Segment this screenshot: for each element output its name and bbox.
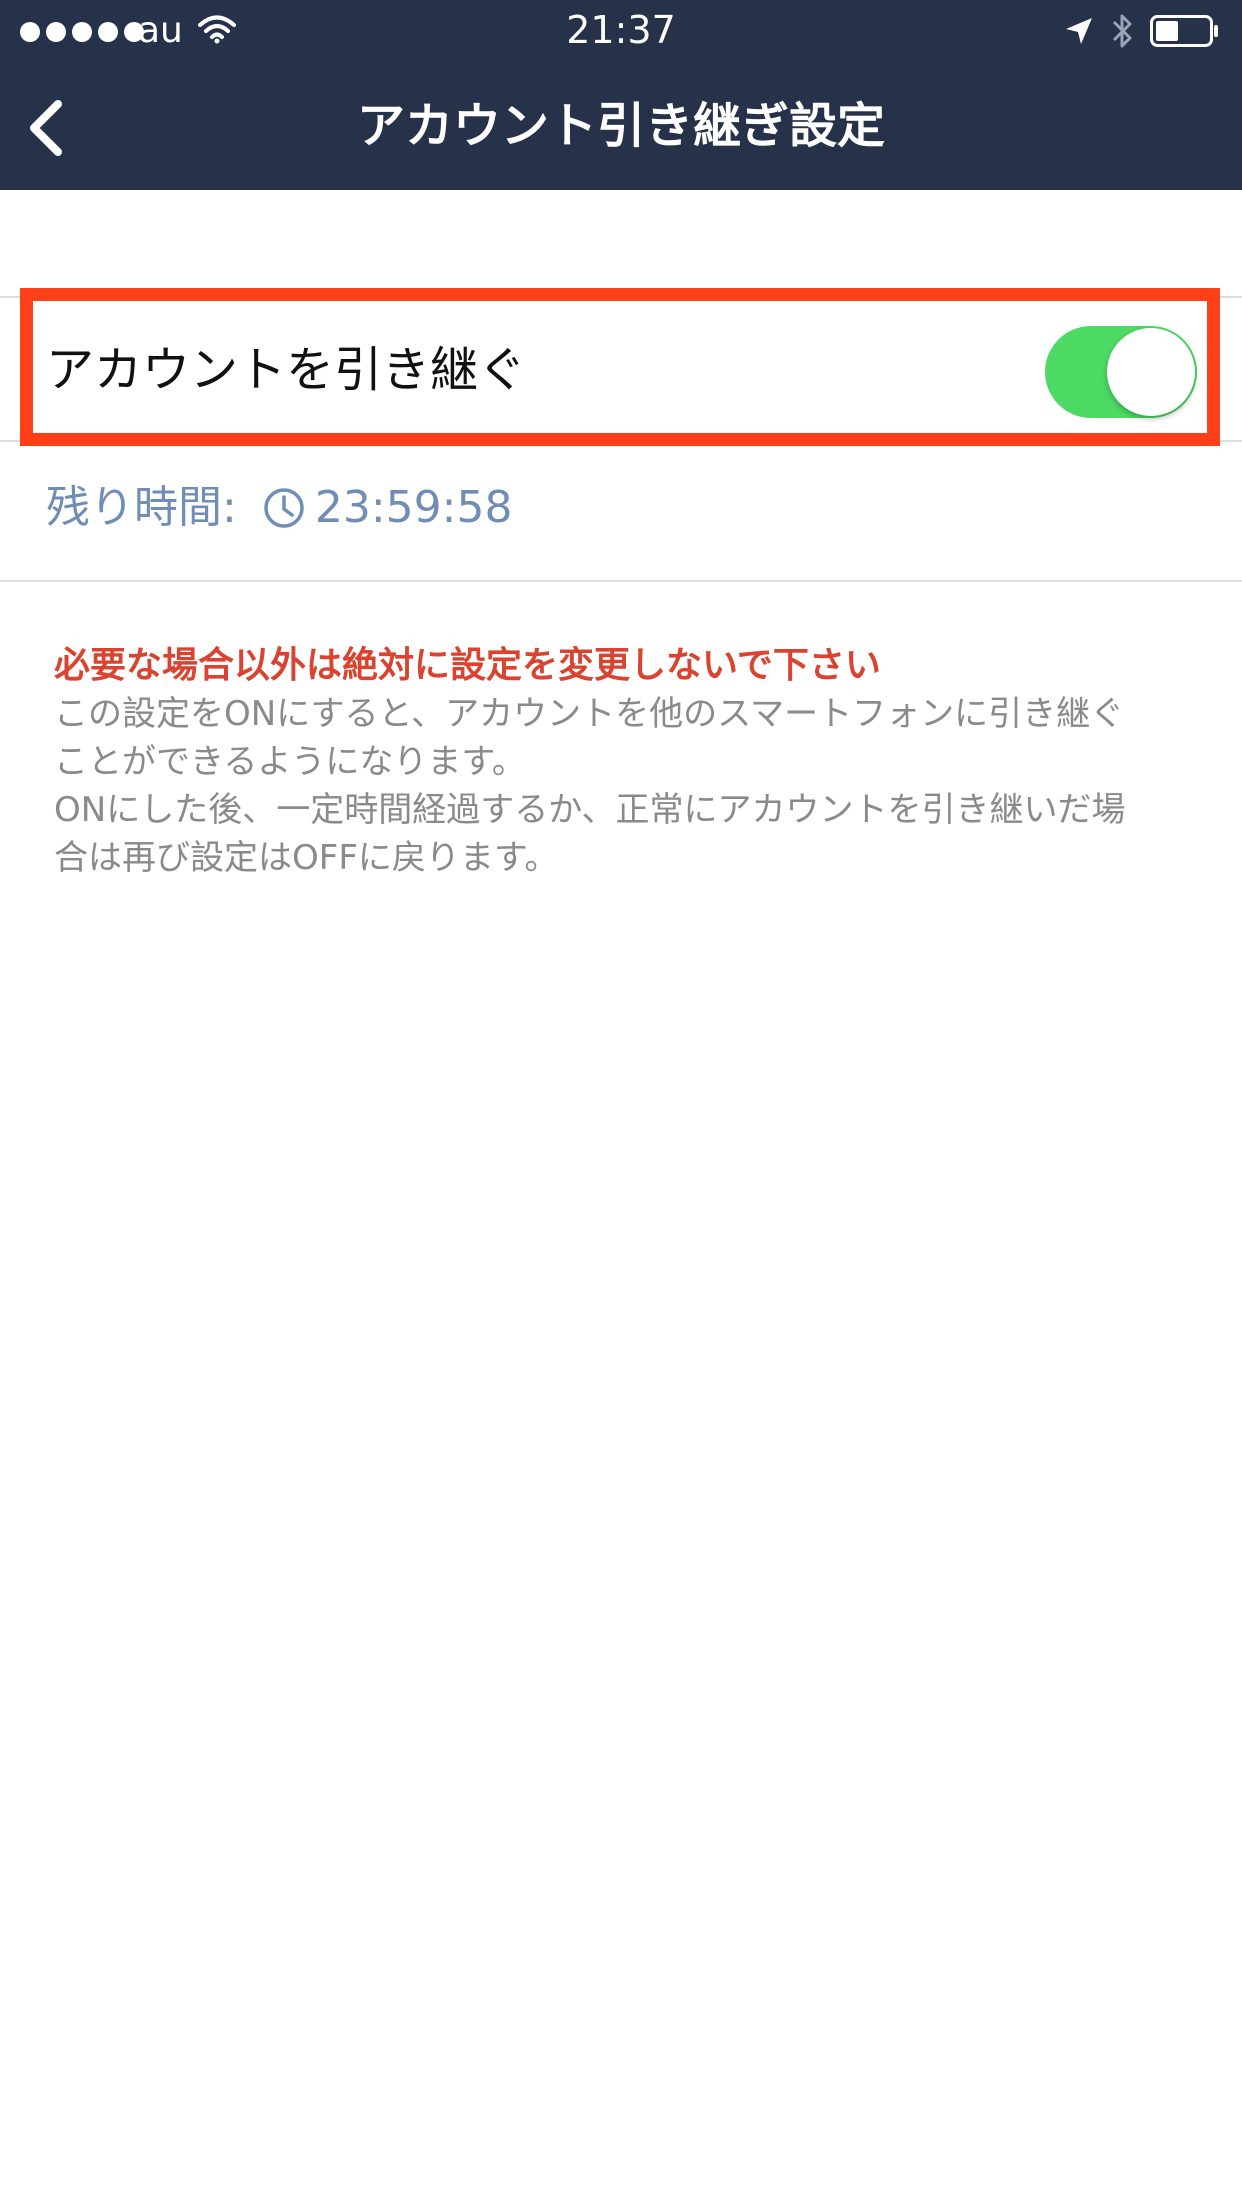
page-title: アカウント引き継ぎ設定 [356,98,885,154]
remaining-time-label: 残り時間: [46,482,237,533]
navigation-bar: アカウント引き継ぎ設定 [0,62,1242,190]
battery-icon [1150,15,1218,47]
notes: 必要な場合以外は絶対に設定を変更しないで下さい この設定をONにすると、アカウン… [54,642,1204,882]
transfer-account-switch[interactable] [1045,326,1197,418]
warning-text: 必要な場合以外は絶対に設定を変更しないで下さい [54,645,881,686]
clock-icon [264,488,304,528]
top-bar: au 21:37 アカウント引き継ぎ設定 [0,0,1242,190]
bluetooth-icon [1112,14,1132,48]
remaining-time: 残り時間: 23:59:58 [46,478,512,538]
location-arrow-icon [1066,18,1092,44]
transfer-account-label: アカウントを引き継ぐ [46,342,527,398]
status-time: 21:37 [566,8,676,52]
status-bar: au 21:37 [0,0,1242,62]
remaining-time-value: 23:59:58 [314,482,513,533]
description-text: この設定をONにすると、アカウントを他のスマートフォンに引き継ぐ ことができるよ… [54,694,1126,878]
divider [0,440,1242,442]
divider [0,580,1242,582]
transfer-account-row[interactable]: アカウントを引き継ぐ [0,298,1242,440]
switch-knob [1107,328,1195,416]
